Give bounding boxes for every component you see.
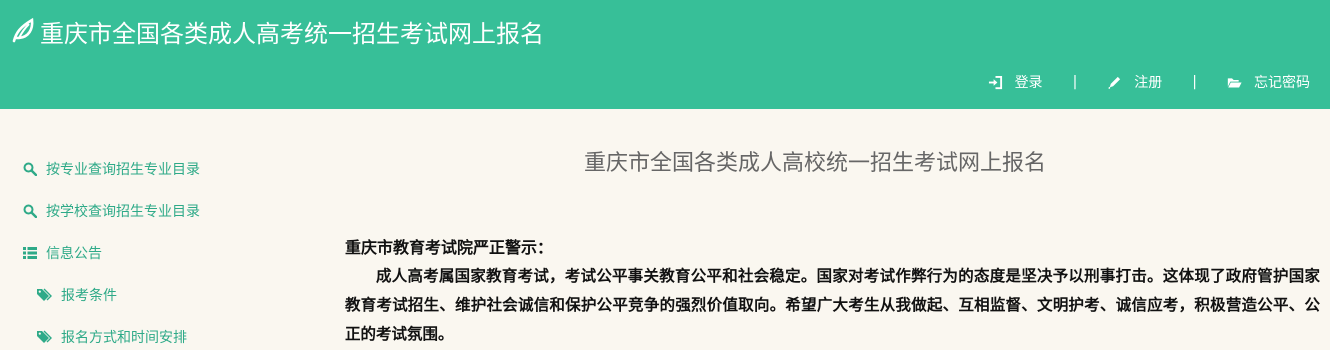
list-icon: [23, 247, 37, 259]
site-title: 重庆市全国各类成人高考统一招生考试网上报名: [40, 20, 544, 48]
forgot-password-label: 忘记密码: [1254, 75, 1310, 91]
sidebar-item-label: 报名方式和时间安排: [61, 330, 187, 346]
sidebar-item-announcements[interactable]: 信息公告: [23, 243, 102, 263]
sidebar-item-search-by-school[interactable]: 按学校查询招生专业目录: [23, 201, 200, 221]
warning-heading: 重庆市教育考试院严正警示：: [345, 238, 554, 257]
warning-body: 成人高考属国家教育考试，考试公平事关教育公平和社会稳定。国家对考试作弊行为的态度…: [345, 267, 1320, 343]
header-bar: 重庆市全国各类成人高考统一招生考试网上报名 登录 | 注册 | 忘记密码: [0, 0, 1330, 109]
sidebar-item-search-by-major[interactable]: 按专业查询招生专业目录: [23, 159, 200, 179]
pencil-icon: [1108, 76, 1121, 89]
sidebar: 按专业查询招生专业目录 按学校查询招生专业目录 信息公告 报考条件 报名方式和时…: [0, 109, 320, 350]
folder-open-icon: [1227, 77, 1242, 87]
register-label: 注册: [1134, 75, 1163, 91]
search-icon: [23, 204, 37, 218]
login-link[interactable]: 登录: [988, 72, 1043, 92]
forgot-password-link[interactable]: 忘记密码: [1227, 72, 1310, 92]
register-link[interactable]: 注册: [1107, 72, 1162, 92]
search-icon: [23, 162, 37, 176]
leaf-icon: [12, 17, 34, 43]
sidebar-item-label: 按专业查询招生专业目录: [46, 162, 200, 178]
sidebar-item-label: 按学校查询招生专业目录: [46, 204, 200, 220]
tags-icon: [37, 330, 52, 343]
login-label: 登录: [1014, 75, 1043, 91]
sidebar-item-label: 信息公告: [46, 246, 102, 262]
top-nav: 登录 | 注册 | 忘记密码: [988, 70, 1310, 94]
sidebar-item-requirements[interactable]: 报考条件: [37, 285, 117, 305]
nav-separator: |: [1072, 74, 1078, 90]
nav-separator: |: [1192, 74, 1197, 90]
sidebar-item-schedule[interactable]: 报名方式和时间安排: [37, 327, 187, 347]
sign-in-icon: [988, 75, 1002, 89]
page-title: 重庆市全国各类成人高校统一招生考试网上报名: [584, 151, 1047, 176]
sidebar-item-label: 报考条件: [61, 288, 117, 304]
tags-icon: [37, 288, 52, 301]
